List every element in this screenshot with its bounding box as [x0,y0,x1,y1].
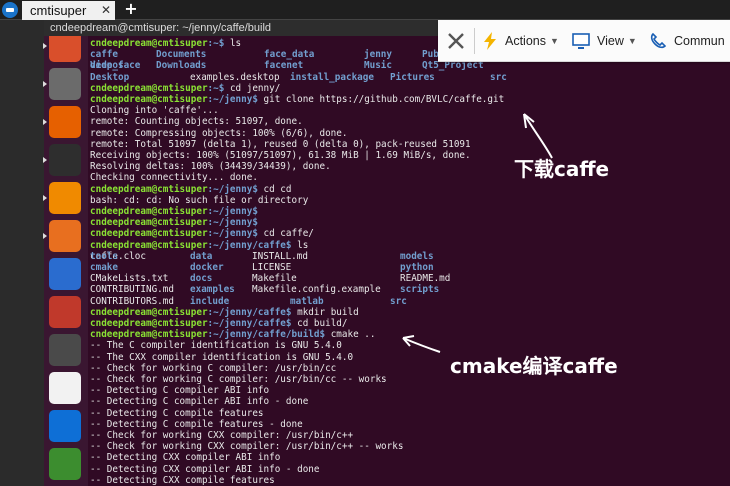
arrow-to-git-clone [523,113,553,159]
annotation-cmake-caffe: cmake编译caffe [450,354,618,378]
annotation-download-caffe: 下载caffe [514,157,610,181]
annotation-overlay [402,113,553,353]
